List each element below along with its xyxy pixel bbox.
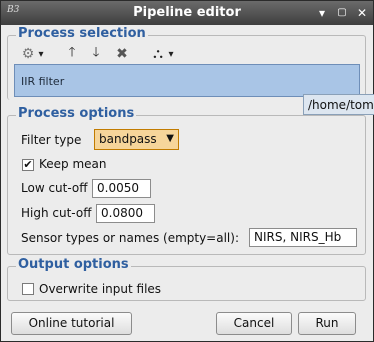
overwrite-checkbox[interactable] xyxy=(22,283,34,295)
close-icon[interactable]: ✕ xyxy=(355,6,369,20)
keep-mean-checkbox[interactable]: ✔ xyxy=(22,159,34,171)
pipeline-dropdown-icon[interactable]: ▾ xyxy=(166,45,176,63)
delete-icon[interactable]: ✖ xyxy=(114,45,130,63)
output-options-title: Output options xyxy=(16,257,131,272)
keep-mean-label: Keep mean xyxy=(39,157,107,171)
add-process-icon[interactable]: ⚙ xyxy=(20,45,36,63)
cancel-button[interactable]: Cancel xyxy=(216,312,292,335)
high-cutoff-input[interactable]: 0.0800 xyxy=(96,204,155,223)
process-options-title: Process options xyxy=(16,106,137,121)
add-process-dropdown-icon[interactable]: ▾ xyxy=(36,45,46,63)
filter-type-label: Filter type xyxy=(21,133,82,147)
process-list[interactable]: IIR filter xyxy=(14,64,360,97)
output-options-panel: Output options Overwrite input files xyxy=(7,257,366,301)
maximize-icon[interactable]: ▢ xyxy=(335,6,349,20)
overwrite-label: Overwrite input files xyxy=(39,282,162,296)
pipeline-editor-window: B3 Pipeline editor ▾ ▢ ✕ Process selecti… xyxy=(0,0,374,342)
title-bar[interactable]: B3 Pipeline editor ▾ ▢ ✕ xyxy=(1,1,373,25)
chevron-down-icon: ▼ xyxy=(166,133,174,144)
filter-type-value: bandpass xyxy=(99,132,157,146)
pipeline-icon[interactable]: ⛬ xyxy=(150,45,166,63)
run-button[interactable]: Run xyxy=(298,312,356,335)
process-item-iir-filter[interactable]: IIR filter xyxy=(21,75,64,88)
high-cutoff-label: High cut-off xyxy=(21,206,92,220)
path-tooltip: /home/tom xyxy=(303,94,374,115)
minimize-icon[interactable]: ▾ xyxy=(315,6,329,20)
low-cutoff-label: Low cut-off xyxy=(21,181,88,195)
process-selection-panel: Process selection ⚙ ▾ 🡑 🡓 ✖ ⛬ ▾ IIR filt… xyxy=(7,26,366,100)
process-options-panel: Process options Filter type bandpass ▼ ✔… xyxy=(7,106,366,255)
sensor-types-label: Sensor types or names (empty=all): xyxy=(21,231,239,245)
process-selection-title: Process selection xyxy=(16,26,148,41)
move-down-icon[interactable]: 🡓 xyxy=(88,45,104,63)
move-up-icon[interactable]: 🡑 xyxy=(64,45,80,63)
online-tutorial-button[interactable]: Online tutorial xyxy=(11,312,132,335)
filter-type-select[interactable]: bandpass ▼ xyxy=(94,129,179,150)
sensor-types-input[interactable]: NIRS, NIRS_Hb xyxy=(249,228,357,247)
low-cutoff-input[interactable]: 0.0050 xyxy=(92,179,151,198)
